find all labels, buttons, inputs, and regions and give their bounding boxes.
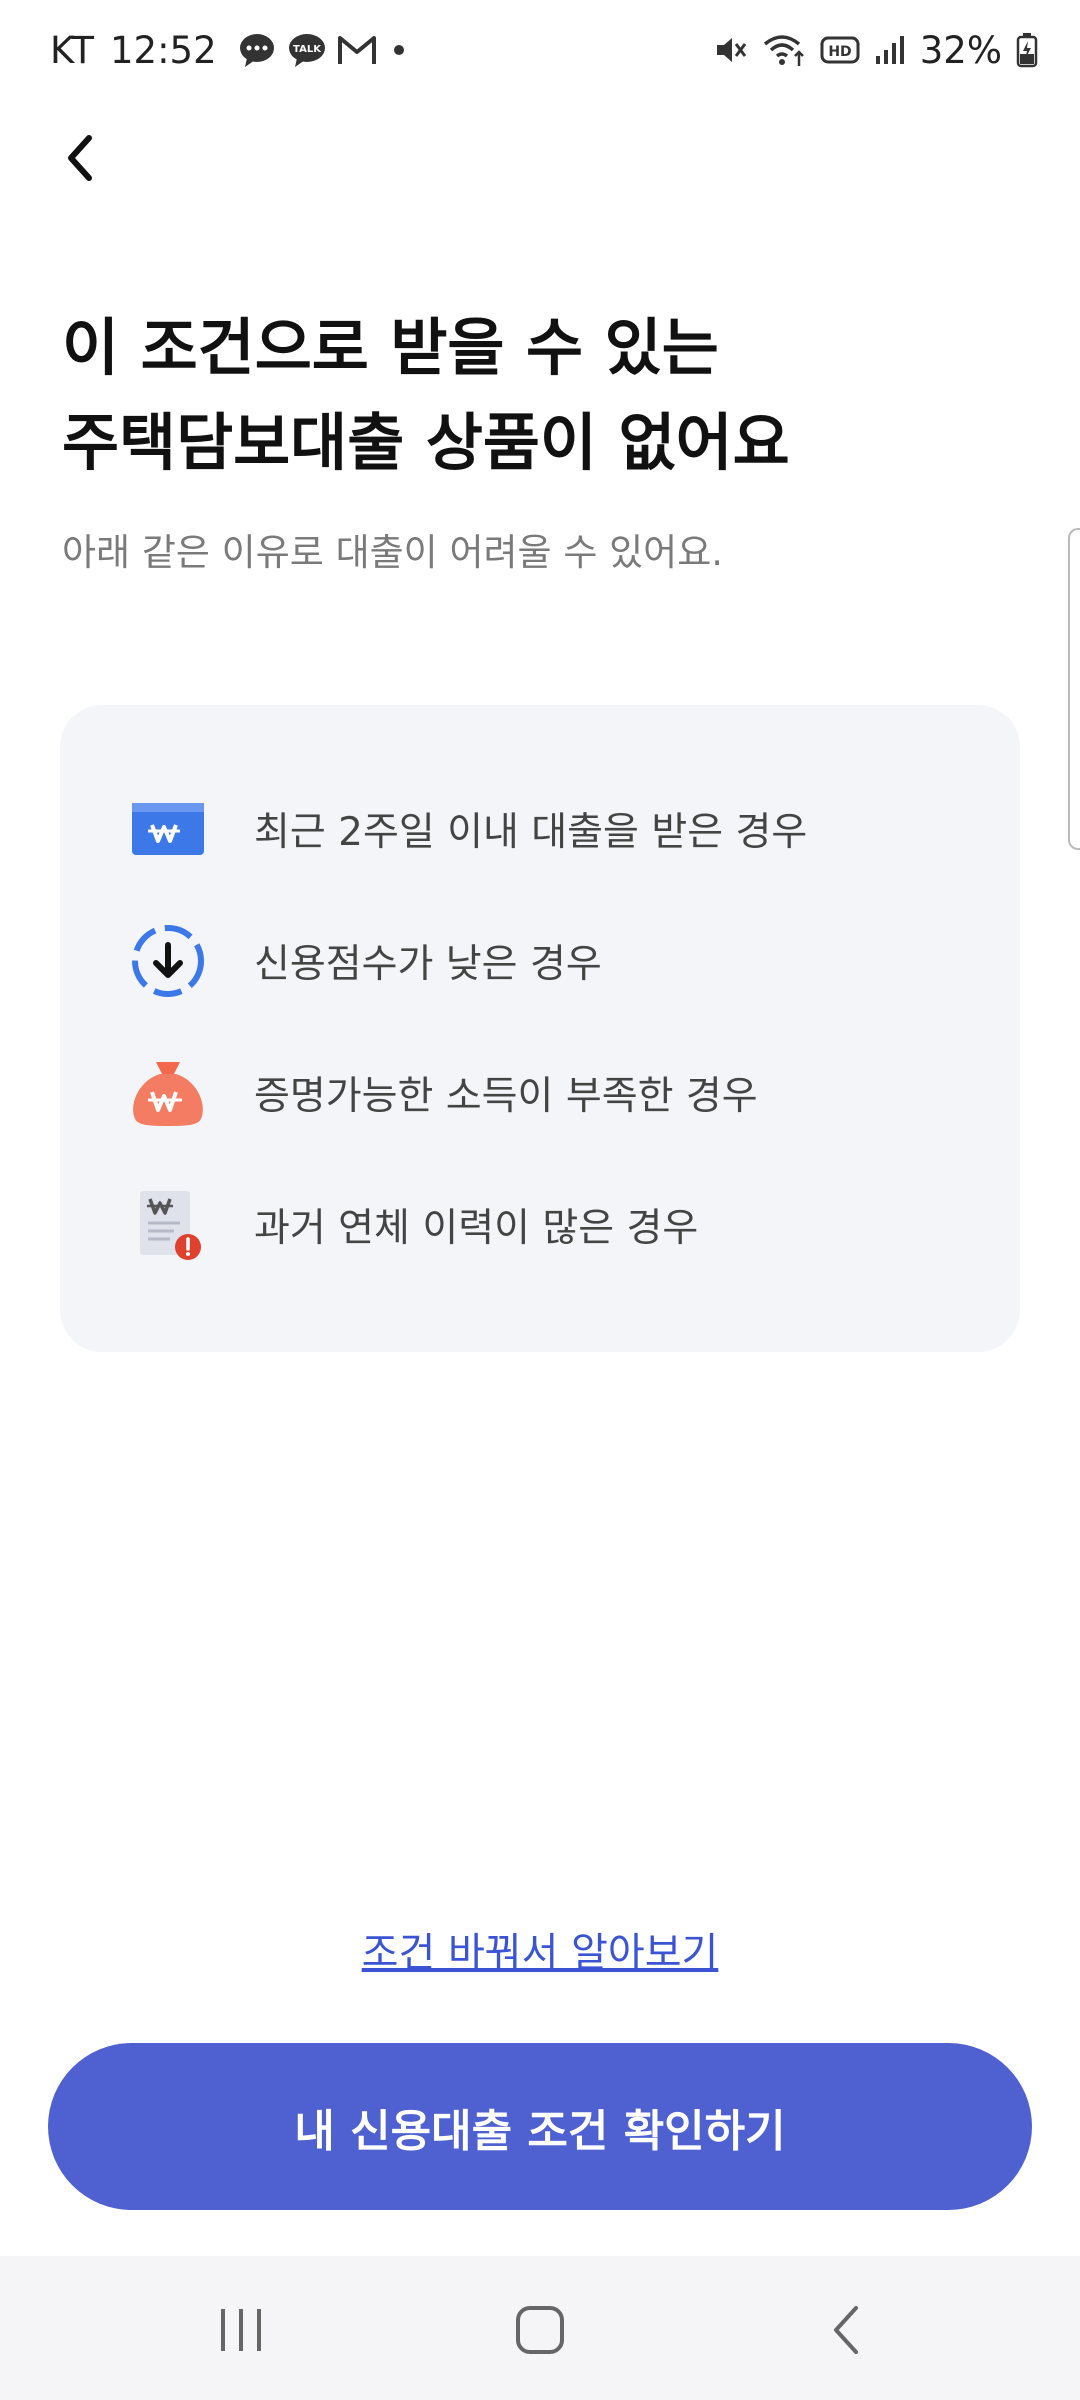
back-icon [834, 2306, 858, 2354]
score-down-icon [128, 921, 208, 1001]
wifi-icon [762, 32, 806, 68]
chat-bubble-icon [237, 30, 277, 70]
money-bag-icon [128, 1053, 208, 1133]
signal-icon [874, 34, 906, 66]
svg-text:TALK: TALK [293, 44, 322, 55]
hd-icon: HD [820, 35, 860, 65]
carrier-label: KT [50, 28, 94, 72]
home-button[interactable] [495, 2290, 585, 2370]
edge-panel-handle[interactable] [1068, 528, 1080, 850]
reason-item: 과거 연체 이력이 많은 경우 [128, 1185, 988, 1265]
document-warning-icon [128, 1185, 208, 1265]
back-button[interactable] [40, 118, 120, 198]
home-icon [516, 2306, 564, 2354]
page-subtitle: 아래 같은 이유로 대출이 어려울 수 있어요. [62, 531, 724, 574]
recent-apps-button[interactable] [196, 2290, 286, 2370]
status-right: HD 32% [714, 22, 1038, 78]
reason-item: 신용점수가 낮은 경우 [128, 921, 988, 1001]
reason-item: 증명가능한 소득이 부족한 경우 [128, 1053, 988, 1133]
mute-icon [714, 33, 748, 67]
check-credit-loan-button[interactable]: 내 신용대출 조건 확인하기 [48, 2043, 1032, 2210]
status-left: KT 12:52 TALK [50, 22, 411, 78]
title-line-1: 이 조건으로 받을 수 있는 [62, 311, 719, 384]
kakaotalk-icon: TALK [287, 30, 327, 70]
page-title: 이 조건으로 받을 수 있는 주택담보대출 상품이 없어요 [62, 300, 1022, 490]
svg-text:HD: HD [828, 44, 851, 60]
reason-text: 증명가능한 소득이 부족한 경우 [254, 1074, 758, 1119]
reason-text: 최근 2주일 이내 대출을 받은 경우 [254, 810, 808, 855]
dot-icon [387, 38, 411, 62]
title-line-2: 주택담보대출 상품이 없어요 [62, 406, 790, 479]
won-card-icon [128, 789, 208, 869]
reason-text: 과거 연체 이력이 많은 경우 [254, 1206, 699, 1251]
battery-icon [1016, 32, 1038, 68]
reason-card: 최근 2주일 이내 대출을 받은 경우 신용점수가 낮은 경우 증명가능한 소득… [60, 705, 1020, 1352]
recent-apps-icon [221, 2309, 261, 2351]
status-bar: KT 12:52 TALK HD 32% [0, 0, 1080, 100]
gmail-icon [337, 32, 377, 68]
reason-text: 신용점수가 낮은 경우 [254, 942, 602, 987]
system-back-button[interactable] [802, 2290, 892, 2370]
chevron-left-icon [68, 135, 92, 181]
reason-item: 최근 2주일 이내 대출을 받은 경우 [128, 789, 988, 869]
battery-percent: 32% [919, 28, 1002, 72]
change-conditions-link[interactable]: 조건 바꿔서 알아보기 [0, 1920, 1080, 1978]
clock: 12:52 [110, 28, 217, 72]
